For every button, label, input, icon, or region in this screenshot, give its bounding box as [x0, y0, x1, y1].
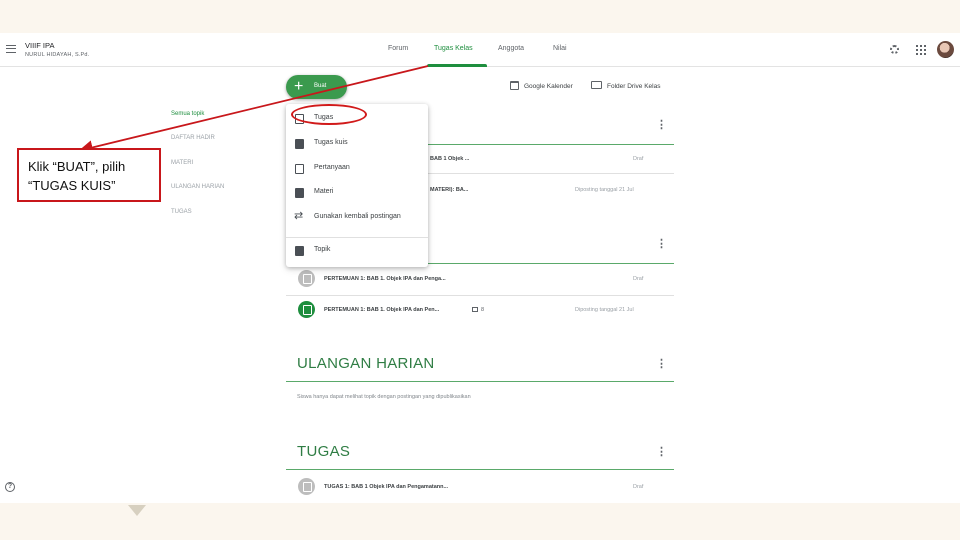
- user-avatar[interactable]: [937, 41, 954, 58]
- row-status: Draf: [633, 276, 644, 282]
- menu-icon[interactable]: [6, 45, 16, 53]
- apps-grid-icon[interactable]: [916, 45, 926, 55]
- topic-daftar-hadir[interactable]: DAFTAR HADIR: [171, 135, 215, 141]
- menu-item-tugas-kuis[interactable]: Tugas kuis: [286, 134, 428, 154]
- row-status: Draf: [633, 484, 644, 490]
- row-status: Diposting tanggal 21 Jul: [575, 187, 634, 193]
- more-options-icon[interactable]: ⋮: [656, 239, 667, 250]
- menu-item-label: Topik: [314, 246, 331, 253]
- help-icon[interactable]: ?: [5, 482, 15, 492]
- section-title-tugas: TUGAS: [297, 443, 351, 460]
- posted-material-icon: [298, 301, 315, 318]
- more-options-icon[interactable]: ⋮: [656, 447, 667, 458]
- row-status: Draf: [633, 156, 644, 162]
- quiz-assignment-icon: [295, 139, 304, 149]
- highlight-oval-tugas-kuis: [291, 104, 367, 125]
- menu-item-label: Materi: [314, 188, 334, 195]
- menu-item-pertanyaan[interactable]: Pertanyaan: [286, 159, 428, 179]
- section-divider: [286, 469, 674, 470]
- topic-materi[interactable]: MATERI: [171, 160, 193, 166]
- top-app-bar: VIIIF IPA NURUL HIDAYAH, S.Pd. Forum Tug…: [0, 33, 960, 67]
- menu-item-materi[interactable]: Materi: [286, 183, 428, 203]
- decorative-triangle: [128, 505, 146, 516]
- more-options-icon[interactable]: ⋮: [656, 120, 667, 131]
- active-tab-indicator: [427, 64, 487, 67]
- comment-count: 8: [481, 307, 485, 313]
- row-title[interactable]: PERTEMUAN 1: BAB 1. Objek IPA dan Penga.…: [324, 276, 446, 282]
- section-title-ulangan-harian: ULANGAN HARIAN: [297, 355, 435, 372]
- empty-topic-note: Siswa hanya dapat melihat topik dengan p…: [297, 394, 471, 400]
- menu-item-reuse-post[interactable]: Gunakan kembali postingan: [286, 208, 428, 228]
- callout-line-2: “TUGAS KUIS”: [28, 178, 116, 193]
- topic-icon: [295, 246, 304, 256]
- class-title[interactable]: VIIIF IPA: [25, 41, 54, 50]
- create-menu: Tugas Tugas kuis Pertanyaan Materi Gunak…: [286, 104, 428, 267]
- material-icon: [295, 188, 304, 198]
- teacher-name: NURUL HIDAYAH, S.Pd.: [25, 52, 90, 58]
- google-calendar-label: Google Kalender: [524, 83, 573, 90]
- menu-item-topik[interactable]: Topik: [286, 241, 428, 261]
- question-icon: [295, 164, 304, 174]
- menu-item-label: Tugas kuis: [314, 139, 348, 146]
- tab-anggota[interactable]: Anggota: [498, 45, 524, 52]
- settings-gear-icon[interactable]: [890, 45, 899, 54]
- calendar-icon: [510, 81, 519, 90]
- tab-nilai[interactable]: Nilai: [553, 45, 567, 52]
- plus-icon: +: [294, 78, 304, 95]
- row-title[interactable]: TUGAS 1: BAB 1 Objek IPA dan Pengamatann…: [324, 484, 448, 490]
- section-divider: [286, 381, 674, 382]
- topic-tugas[interactable]: TUGAS: [171, 209, 192, 215]
- menu-divider: [286, 237, 428, 238]
- menu-item-label: Gunakan kembali postingan: [314, 213, 401, 220]
- create-button[interactable]: + Buat: [286, 75, 347, 99]
- menu-item-label: Pertanyaan: [314, 164, 350, 171]
- row-title[interactable]: MATERI): BA...: [430, 187, 468, 193]
- tab-tugas-kelas[interactable]: Tugas Kelas: [434, 45, 473, 52]
- draft-assignment-icon: [298, 478, 315, 495]
- classroom-screenshot: VIIIF IPA NURUL HIDAYAH, S.Pd. Forum Tug…: [0, 33, 960, 503]
- row-title[interactable]: PERTEMUAN 1: BAB 1. Objek IPA dan Pen...: [324, 307, 439, 313]
- topic-ulangan-harian[interactable]: ULANGAN HARIAN: [171, 184, 224, 190]
- more-options-icon[interactable]: ⋮: [656, 359, 667, 370]
- folder-icon: [591, 81, 602, 89]
- row-title[interactable]: BAB 1 Objek ...: [430, 156, 469, 162]
- instruction-callout: Klik “BUAT”, pilih “TUGAS KUIS”: [17, 148, 161, 202]
- callout-line-1: Klik “BUAT”, pilih: [28, 159, 126, 174]
- topic-all[interactable]: Semua topik: [171, 111, 204, 117]
- comment-icon: [472, 307, 478, 312]
- tab-forum[interactable]: Forum: [388, 45, 408, 52]
- create-button-label: Buat: [314, 83, 327, 89]
- class-drive-folder-label: Folder Drive Kelas: [607, 83, 661, 90]
- draft-material-icon: [298, 270, 315, 287]
- row-divider: [286, 295, 674, 296]
- row-status: Diposting tanggal 21 Jul: [575, 307, 634, 313]
- reuse-icon: [294, 209, 304, 223]
- google-calendar-link[interactable]: Google Kalender: [510, 81, 573, 90]
- class-drive-folder-link[interactable]: Folder Drive Kelas: [591, 81, 660, 90]
